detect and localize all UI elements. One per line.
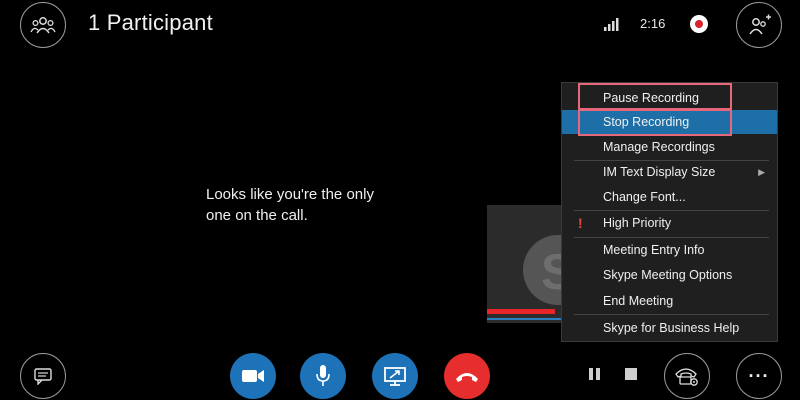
- video-button[interactable]: [230, 353, 276, 399]
- menu-item-high-priority[interactable]: ! High Priority: [562, 211, 777, 235]
- call-timer: 2:16: [640, 16, 666, 31]
- empty-call-message-line2: one on the call.: [206, 207, 308, 224]
- more-options-menu: Pause Recording Stop Recording Manage Re…: [561, 82, 778, 342]
- self-video-preview: S: [487, 205, 567, 323]
- menu-item-change-font[interactable]: Change Font...: [562, 185, 777, 209]
- call-controls-icon: [675, 368, 698, 386]
- hang-up-button[interactable]: [444, 353, 490, 399]
- more-options-icon: ···: [748, 365, 770, 386]
- participants-button[interactable]: [20, 2, 66, 48]
- menu-item-manage-recordings[interactable]: Manage Recordings: [562, 135, 777, 159]
- menu-item-im-text-size[interactable]: IM Text Display Size ▶: [562, 160, 777, 184]
- signal-strength-icon: [604, 18, 619, 31]
- add-people-icon: [749, 14, 771, 35]
- add-people-button[interactable]: [736, 2, 782, 48]
- participants-icon: [30, 17, 56, 34]
- preview-status-bar: [487, 309, 555, 314]
- chat-button[interactable]: [20, 353, 66, 399]
- present-button[interactable]: [372, 353, 418, 399]
- recording-indicator-icon: [690, 15, 708, 33]
- empty-call-message: Looks like you're the only one on the ca…: [206, 184, 446, 226]
- empty-call-message-line1: Looks like you're the only: [206, 186, 374, 203]
- more-options-button[interactable]: ···: [736, 353, 782, 399]
- submenu-arrow-icon: ▶: [758, 167, 765, 177]
- chat-icon: [34, 368, 52, 385]
- menu-item-meeting-options[interactable]: Skype Meeting Options: [562, 263, 777, 287]
- page-title: 1 Participant: [88, 10, 213, 35]
- preview-divider: [487, 318, 567, 320]
- menu-item-meeting-entry-info[interactable]: Meeting Entry Info: [562, 238, 777, 262]
- call-controls-button[interactable]: [664, 353, 710, 399]
- pause-recording-button[interactable]: [586, 366, 604, 382]
- menu-item-pause-recording[interactable]: Pause Recording: [562, 86, 777, 110]
- stop-recording-button[interactable]: [625, 368, 637, 380]
- menu-item-end-meeting[interactable]: End Meeting: [562, 289, 777, 313]
- hang-up-icon: [456, 373, 478, 382]
- menu-item-help[interactable]: Skype for Business Help: [562, 316, 777, 340]
- present-screen-icon: [384, 367, 406, 386]
- microphone-icon: [316, 365, 330, 386]
- video-camera-icon: [242, 370, 264, 382]
- menu-divider: [574, 314, 769, 315]
- priority-icon: !: [578, 215, 583, 231]
- microphone-button[interactable]: [300, 353, 346, 399]
- menu-item-stop-recording[interactable]: Stop Recording: [562, 110, 777, 134]
